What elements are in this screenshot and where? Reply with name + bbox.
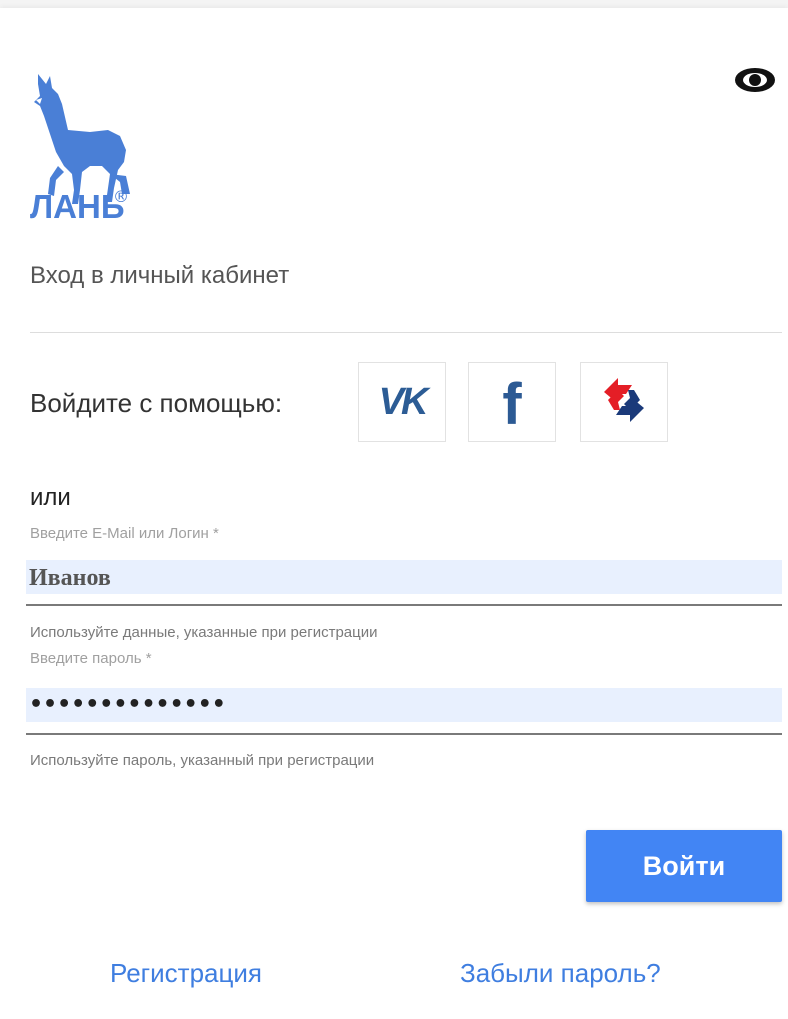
esia-login-button[interactable] — [580, 362, 668, 442]
login-field-label: Введите E-Mail или Логин * — [30, 525, 219, 542]
login-button[interactable]: Войти — [586, 830, 782, 902]
register-link[interactable]: Регистрация — [110, 958, 262, 989]
red-blue-arrows-icon — [596, 370, 652, 435]
facebook-login-button[interactable]: f — [468, 362, 556, 442]
or-separator: или — [30, 484, 71, 511]
brand-name: ЛАНЬ — [30, 188, 125, 225]
login-field-hint: Используйте данные, указанные при регист… — [30, 624, 378, 641]
social-login-label: Войдите с помощью: — [30, 388, 283, 418]
window-top-edge — [0, 0, 788, 8]
vk-login-button[interactable]: VK — [358, 362, 446, 442]
facebook-icon: f — [502, 371, 522, 437]
password-input-underline — [26, 733, 782, 735]
registered-mark: ® — [113, 187, 129, 206]
login-input-underline — [26, 604, 782, 606]
forgot-password-link[interactable]: Забыли пароль? — [460, 958, 661, 989]
divider — [30, 332, 782, 333]
page-subtitle: Вход в личный кабинет — [30, 262, 290, 289]
eye-icon[interactable] — [733, 65, 777, 95]
login-input[interactable] — [26, 560, 782, 594]
password-field-label: Введите пароль * — [30, 650, 152, 667]
vk-icon: VK — [378, 380, 429, 423]
password-input[interactable]: •••••••••••••• — [26, 688, 782, 722]
password-field-hint: Используйте пароль, указанный при регист… — [30, 752, 375, 769]
